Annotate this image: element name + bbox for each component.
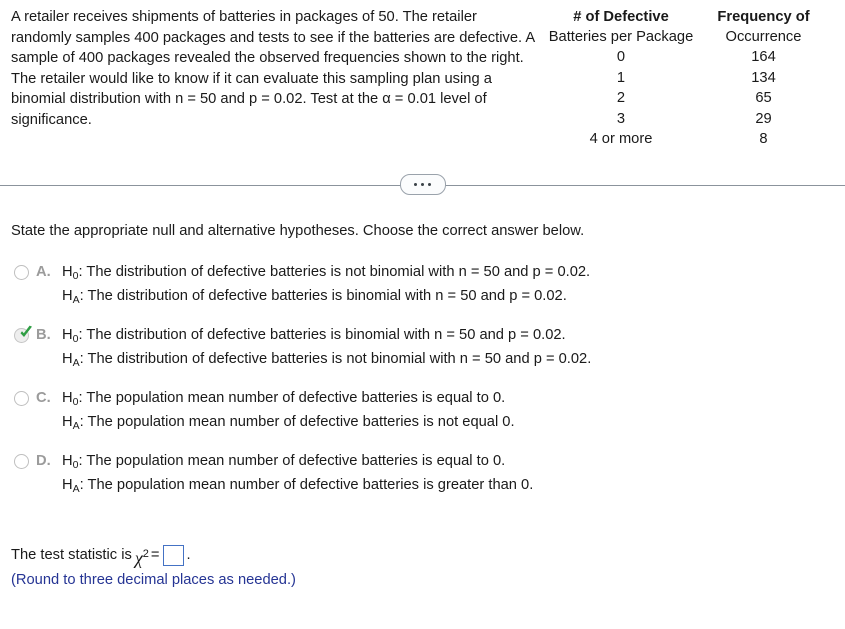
table-row: 2 65 [541, 88, 826, 109]
h-alt-symbol: HA [62, 350, 80, 369]
problem-header-area: A retailer receives shipments of batteri… [0, 0, 845, 150]
h-letter: H [62, 350, 73, 367]
trailing-period: . [186, 547, 191, 563]
null-hypothesis-text: : The population mean number of defectiv… [78, 389, 506, 406]
table-row: 3 29 [541, 109, 826, 130]
table-cell-frequency: 29 [755, 110, 772, 127]
alt-hypothesis-line: HA: The distribution of defective batter… [62, 348, 845, 372]
null-hypothesis-line: H0: The distribution of defective batter… [62, 261, 845, 285]
table-cell-frequency: 65 [755, 90, 772, 107]
choice-letter-c: C. [36, 389, 51, 406]
table-cell-category: 0 [616, 49, 626, 65]
null-hypothesis-line: H0: The distribution of defective batter… [62, 324, 845, 348]
table-cell-category: 2 [616, 90, 626, 107]
alt-hypothesis-text: : The population mean number of defectiv… [79, 476, 534, 493]
h-subscript: 0 [72, 458, 79, 471]
h-subscript: 0 [72, 395, 79, 408]
radio-button-c[interactable] [14, 390, 29, 406]
answer-choice-d[interactable]: D. H0: The population mean number of def… [14, 450, 845, 498]
h-letter: H [62, 452, 73, 469]
answer-choices-group: A. H0: The distribution of defective bat… [0, 261, 845, 498]
ellipsis-dot-icon [421, 182, 424, 186]
h-subscript: A [72, 293, 80, 306]
section-divider [0, 173, 845, 198]
radio-button-b[interactable] [14, 325, 32, 343]
h-letter: H [62, 287, 73, 304]
table-header-category-line2: Batteries per Package [548, 29, 694, 45]
h-null-symbol: H0 [62, 452, 79, 471]
equals-sign: = [150, 547, 160, 563]
table-cell-frequency: 164 [751, 49, 776, 65]
problem-statement-text: A retailer receives shipments of batteri… [11, 9, 535, 128]
table-header-category-line1: # of Defective [573, 9, 669, 25]
frequency-table: # of Defective Batteries per Package Fre… [541, 7, 826, 150]
test-statistic-section: The test statistic is χ2 = . (Round to t… [11, 543, 296, 591]
null-hypothesis-text: : The population mean number of defectiv… [78, 452, 506, 469]
choice-letter-d: D. [36, 452, 51, 469]
h-alt-symbol: HA [62, 476, 80, 495]
h-letter: H [62, 326, 73, 343]
table-row: 0 164 [541, 47, 826, 68]
test-statistic-row: The test statistic is χ2 = . [11, 543, 296, 568]
alt-hypothesis-line: HA: The population mean number of defect… [62, 411, 845, 435]
h-null-symbol: H0 [62, 389, 79, 408]
h-letter: H [62, 263, 73, 280]
h-null-symbol: H0 [62, 326, 79, 345]
alt-hypothesis-text: : The distribution of defective batterie… [79, 350, 592, 367]
table-header-frequency-line1: Frequency of [717, 9, 810, 25]
chi-square-symbol: χ2 [132, 544, 150, 569]
choice-body-d: H0: The population mean number of defect… [62, 450, 845, 498]
h-alt-symbol: HA [62, 287, 80, 306]
h-subscript: A [72, 482, 80, 495]
h-subscript: 0 [72, 269, 79, 282]
choice-body-a: H0: The distribution of defective batter… [62, 261, 845, 309]
null-hypothesis-line: H0: The population mean number of defect… [62, 387, 845, 411]
chi-glyph: χ [134, 548, 143, 568]
alt-hypothesis-text: : The distribution of defective batterie… [79, 287, 567, 304]
table-header-row: # of Defective Batteries per Package Fre… [541, 7, 826, 47]
null-hypothesis-text: : The distribution of defective batterie… [78, 326, 566, 343]
answer-choice-a[interactable]: A. H0: The distribution of defective bat… [14, 261, 845, 309]
table-row: 4 or more 8 [541, 129, 826, 150]
problem-statement: A retailer receives shipments of batteri… [0, 7, 535, 131]
test-statistic-label: The test statistic is [11, 547, 132, 563]
h-subscript: A [72, 356, 80, 369]
alt-hypothesis-line: HA: The distribution of defective batter… [62, 285, 845, 309]
alt-hypothesis-line: HA: The population mean number of defect… [62, 474, 845, 498]
table-row: 1 134 [541, 68, 826, 89]
table-cell-category: 3 [616, 110, 626, 127]
null-hypothesis-text: : The distribution of defective batterie… [78, 263, 591, 280]
h-null-symbol: H0 [62, 263, 79, 282]
table-header-frequency-line2: Occurrence [725, 29, 802, 45]
table-header-category: # of Defective Batteries per Package [541, 7, 701, 47]
table-cell-frequency: 134 [751, 69, 776, 86]
answer-choice-b[interactable]: B. H0: The distribution of defective bat… [14, 324, 845, 372]
h-letter: H [62, 476, 73, 493]
h-letter: H [62, 413, 73, 430]
choice-letter-b: B. [36, 326, 51, 343]
rounding-instruction: (Round to three decimal places as needed… [11, 572, 296, 588]
radio-button-a[interactable] [14, 264, 29, 280]
question-prompt: State the appropriate null and alternati… [11, 222, 585, 239]
table-header-frequency: Frequency of Occurrence [701, 7, 826, 47]
ellipsis-dot-icon [428, 182, 431, 186]
h-subscript: 0 [72, 332, 79, 345]
test-statistic-input[interactable] [163, 545, 185, 566]
null-hypothesis-line: H0: The population mean number of defect… [62, 450, 845, 474]
chi-exponent: 2 [142, 548, 149, 560]
choice-body-b: H0: The distribution of defective batter… [62, 324, 845, 372]
answer-choice-c[interactable]: C. H0: The population mean number of def… [14, 387, 845, 435]
ellipsis-dot-icon [414, 182, 417, 186]
h-subscript: A [72, 419, 80, 432]
choice-body-c: H0: The population mean number of defect… [62, 387, 845, 435]
table-cell-category: 1 [616, 69, 626, 86]
alt-hypothesis-text: : The population mean number of defectiv… [79, 413, 515, 430]
choice-letter-a: A. [36, 263, 51, 280]
table-cell-category: 4 or more [589, 131, 653, 148]
expand-ellipsis-button[interactable] [399, 173, 446, 195]
radio-button-d[interactable] [14, 453, 29, 469]
table-cell-frequency: 8 [759, 131, 768, 148]
h-letter: H [62, 389, 73, 406]
h-alt-symbol: HA [62, 413, 80, 432]
